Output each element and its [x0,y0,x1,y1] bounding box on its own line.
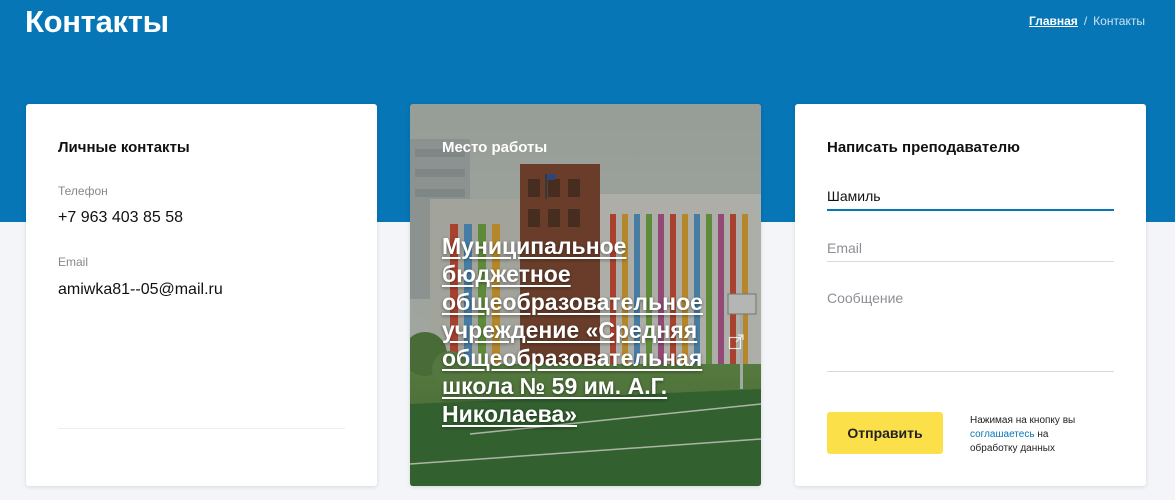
consent-link[interactable]: соглашаетесь [970,429,1035,440]
workplace-school-link[interactable]: Муниципальное бюджетное общеобразователь… [442,232,742,428]
phone-label: Телефон [58,184,108,198]
name-input[interactable] [827,188,1114,211]
submit-button[interactable]: Отправить [827,412,943,454]
email-input[interactable] [827,240,1114,262]
breadcrumb-separator: / [1083,14,1088,28]
breadcrumb-current: Контакты [1093,14,1145,28]
message-form-heading: Написать преподавателю [827,139,1020,156]
breadcrumb-home-link[interactable]: Главная [1029,14,1078,28]
personal-contacts-card: Личные контакты Телефон +7 963 403 85 58… [26,104,377,486]
phone-value: +7 963 403 85 58 [58,209,184,226]
message-form-card: Написать преподавателю Отправить Нажимая… [795,104,1146,486]
external-link-icon[interactable] [728,334,744,350]
card-divider [58,428,345,429]
workplace-card[interactable]: Место работы Муниципальное бюджетное общ… [410,104,761,486]
message-textarea[interactable] [827,290,1114,372]
workplace-label: Место работы [442,139,548,156]
breadcrumb: Главная / Контакты [1029,14,1145,28]
consent-text-before: Нажимая на кнопку вы [970,415,1076,426]
page-title: Контакты [25,4,169,39]
email-value: amiwka81--05@mail.ru [58,281,223,298]
email-label: Email [58,255,89,269]
consent-text: Нажимая на кнопку вы соглашаетесь на обр… [970,414,1080,456]
personal-contacts-heading: Личные контакты [58,139,190,156]
